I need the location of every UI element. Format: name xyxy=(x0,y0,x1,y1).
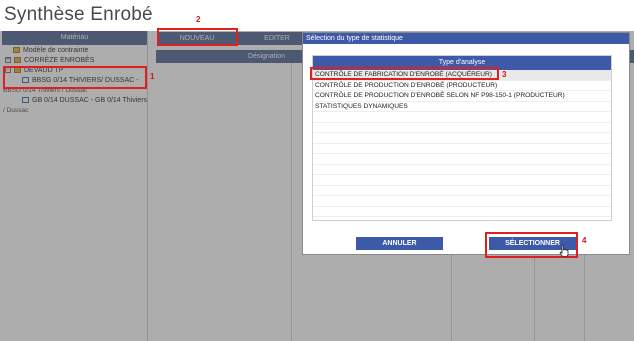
list-item xyxy=(313,196,611,207)
list-item xyxy=(313,165,611,175)
list-item xyxy=(313,123,611,133)
statistic-type-dialog: Sélection du type de statistique Type d'… xyxy=(302,32,630,255)
list-item xyxy=(313,133,611,144)
annotation-box-3 xyxy=(310,67,499,80)
annotation-box-1 xyxy=(3,66,147,89)
annotation-box-2 xyxy=(157,28,238,46)
analysis-option-production-nf[interactable]: CONTRÔLE DE PRODUCTION D'ENROBÉ SELON NF… xyxy=(313,91,611,102)
analysis-option-dynamic[interactable]: STATISTIQUES DYNAMIQUES xyxy=(313,102,611,112)
page-title: Synthèse Enrobé xyxy=(4,4,153,25)
list-item xyxy=(313,186,611,196)
annotation-number-1: 1 xyxy=(150,72,155,81)
list-item xyxy=(313,154,611,165)
cancel-button[interactable]: ANNULER xyxy=(356,237,443,250)
annotation-number-4: 4 xyxy=(582,236,587,245)
list-item xyxy=(313,175,611,186)
annotation-number-2: 2 xyxy=(196,15,201,24)
hand-cursor-icon xyxy=(559,244,569,257)
dialog-title: Sélection du type de statistique xyxy=(303,33,629,44)
list-item xyxy=(313,112,611,123)
annotation-number-3: 3 xyxy=(502,70,507,79)
list-item xyxy=(313,207,611,217)
list-item xyxy=(313,144,611,154)
analysis-option-production[interactable]: CONTRÔLE DE PRODUCTION D'ENROBÉ (PRODUCT… xyxy=(313,81,611,91)
